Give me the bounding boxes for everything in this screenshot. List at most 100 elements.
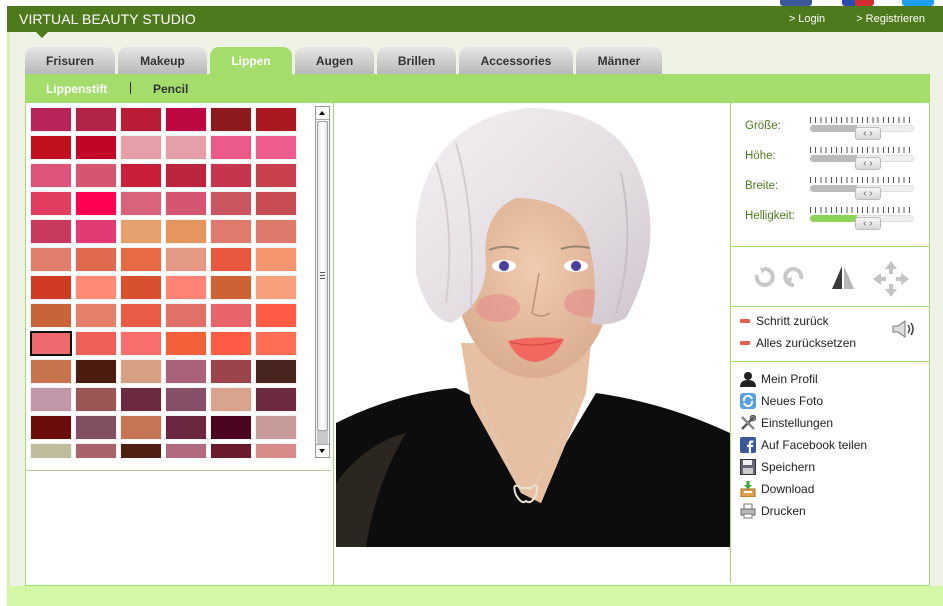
color-swatch[interactable]	[211, 108, 251, 131]
color-swatch[interactable]	[76, 332, 116, 355]
color-swatch[interactable]	[256, 444, 296, 458]
tab-frisuren[interactable]: Frisuren	[25, 47, 115, 74]
color-swatch[interactable]	[211, 248, 251, 271]
color-swatch[interactable]	[211, 192, 251, 215]
color-swatch[interactable]	[76, 444, 116, 458]
color-swatch[interactable]	[76, 108, 116, 131]
color-swatch[interactable]	[166, 304, 206, 327]
color-swatch[interactable]	[31, 108, 71, 131]
color-swatch[interactable]	[31, 220, 71, 243]
color-swatch[interactable]	[166, 192, 206, 215]
color-swatch[interactable]	[121, 444, 161, 458]
color-swatch[interactable]	[211, 388, 251, 411]
menu-einstellungen[interactable]: Einstellungen	[740, 414, 833, 432]
color-swatch[interactable]	[166, 332, 206, 355]
color-swatch[interactable]	[211, 360, 251, 383]
color-swatch[interactable]	[31, 360, 71, 383]
color-swatch[interactable]	[76, 360, 116, 383]
color-swatch[interactable]	[256, 416, 296, 439]
menu-drucken[interactable]: Drucken	[740, 502, 806, 520]
scroll-down-button[interactable]	[316, 444, 329, 457]
color-swatch[interactable]	[211, 416, 251, 439]
color-swatch[interactable]	[121, 416, 161, 439]
subtab-lippenstift[interactable]: Lippenstift	[46, 82, 107, 96]
register-link[interactable]: > Registrieren	[856, 13, 925, 25]
color-swatch[interactable]	[166, 276, 206, 299]
tab-accessories[interactable]: Accessories	[459, 47, 573, 74]
undo-step-button[interactable]: Schritt zurück	[740, 314, 829, 328]
color-swatch[interactable]	[166, 444, 206, 458]
color-swatch[interactable]	[121, 360, 161, 383]
rotate-left-icon[interactable]	[782, 265, 806, 292]
portrait-photo[interactable]	[336, 103, 730, 547]
move-arrows-icon[interactable]	[871, 259, 911, 302]
menu-download[interactable]: Download	[740, 480, 814, 498]
swatch-scrollbar[interactable]	[315, 106, 330, 458]
color-swatch[interactable]	[256, 388, 296, 411]
color-swatch[interactable]	[121, 192, 161, 215]
color-swatch[interactable]	[256, 360, 296, 383]
color-swatch[interactable]	[31, 388, 71, 411]
color-swatch[interactable]	[166, 220, 206, 243]
slider-handle[interactable]: ‹ ›	[854, 157, 881, 170]
subtab-pencil[interactable]: Pencil	[153, 82, 188, 96]
color-swatch[interactable]	[211, 444, 251, 458]
menu-neues-foto[interactable]: Neues Foto	[740, 392, 823, 410]
color-swatch[interactable]	[256, 192, 296, 215]
color-swatch[interactable]	[166, 388, 206, 411]
scroll-up-button[interactable]	[316, 107, 329, 120]
color-swatch[interactable]	[31, 248, 71, 271]
color-swatch[interactable]	[166, 248, 206, 271]
color-swatch[interactable]	[121, 220, 161, 243]
login-link[interactable]: > Login	[789, 13, 825, 25]
scroll-track[interactable]	[317, 431, 328, 444]
scroll-thumb[interactable]	[317, 121, 328, 431]
menu-facebook-teilen[interactable]: Auf Facebook teilen	[740, 436, 867, 454]
color-swatch[interactable]	[211, 332, 251, 355]
color-swatch[interactable]	[31, 136, 71, 159]
color-swatch[interactable]	[121, 388, 161, 411]
color-swatch[interactable]	[76, 220, 116, 243]
color-swatch[interactable]	[211, 220, 251, 243]
color-swatch[interactable]	[121, 164, 161, 187]
slider-track[interactable]: ‹ ›	[810, 155, 914, 170]
tab-brillen[interactable]: Brillen	[377, 47, 456, 74]
tab-augen[interactable]: Augen	[295, 47, 374, 74]
color-swatch[interactable]	[121, 248, 161, 271]
color-swatch[interactable]	[121, 304, 161, 327]
color-swatch[interactable]	[256, 108, 296, 131]
slider-track[interactable]: ‹ ›	[810, 215, 914, 230]
color-swatch[interactable]	[31, 304, 71, 327]
color-swatch[interactable]	[121, 108, 161, 131]
color-swatch[interactable]	[211, 304, 251, 327]
mirror-flip-icon[interactable]	[829, 263, 857, 294]
slider-track[interactable]: ‹ ›	[810, 125, 914, 140]
slider-handle[interactable]: ‹ ›	[854, 127, 881, 140]
color-swatch[interactable]	[31, 416, 71, 439]
tab-makeup[interactable]: Makeup	[118, 47, 207, 74]
slider-track[interactable]: ‹ ›	[810, 185, 914, 200]
color-swatch[interactable]	[211, 136, 251, 159]
color-swatch[interactable]	[256, 220, 296, 243]
color-swatch[interactable]	[121, 136, 161, 159]
color-swatch[interactable]	[256, 164, 296, 187]
color-swatch[interactable]	[166, 416, 206, 439]
color-swatch[interactable]	[31, 192, 71, 215]
color-swatch[interactable]	[30, 331, 72, 356]
color-swatch[interactable]	[121, 332, 161, 355]
color-swatch[interactable]	[256, 332, 296, 355]
color-swatch[interactable]	[76, 276, 116, 299]
reset-all-button[interactable]: Alles zurücksetzen	[740, 336, 856, 350]
color-swatch[interactable]	[166, 164, 206, 187]
slider-handle[interactable]: ‹ ›	[854, 187, 881, 200]
color-swatch[interactable]	[76, 388, 116, 411]
color-swatch[interactable]	[256, 276, 296, 299]
color-swatch[interactable]	[76, 192, 116, 215]
slider-handle[interactable]: ‹ ›	[854, 217, 881, 230]
color-swatch[interactable]	[76, 416, 116, 439]
color-swatch[interactable]	[76, 136, 116, 159]
color-swatch[interactable]	[31, 444, 71, 458]
menu-speichern[interactable]: Speichern	[740, 458, 815, 476]
menu-mein-profil[interactable]: Mein Profil	[740, 370, 818, 388]
color-swatch[interactable]	[76, 164, 116, 187]
